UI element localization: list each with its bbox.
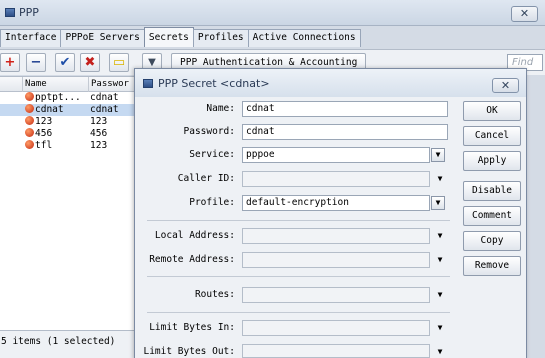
separator — [147, 312, 450, 313]
local-address-label: Local Address: — [154, 230, 235, 241]
user-icon — [25, 116, 34, 125]
window-icon — [5, 8, 15, 17]
secrets-list: Name Passwor pptpt... cdnat cdnat cdnat … — [0, 76, 140, 330]
limit-bytes-out-field[interactable] — [242, 344, 430, 358]
limit-bytes-out-label: Limit Bytes Out: — [143, 346, 235, 357]
column-header-password[interactable]: Passwor — [89, 77, 140, 92]
limit-bytes-in-field[interactable] — [242, 320, 430, 336]
dialog-close-button[interactable]: ✕ — [492, 78, 519, 93]
list-item[interactable]: pptpt... cdnat — [0, 92, 140, 104]
tab-bar: Interface PPPoE Servers Secrets Profiles… — [0, 27, 361, 47]
row-password: 456 — [90, 128, 108, 139]
remote-address-label: Remote Address: — [149, 254, 235, 265]
comment-button[interactable]: Comment — [463, 206, 521, 226]
row-name: tfl — [35, 140, 53, 151]
row-password: cdnat — [90, 92, 119, 103]
user-icon — [25, 104, 34, 113]
status-bar: 5 items (1 selected) — [0, 330, 140, 358]
row-password: cdnat — [90, 104, 119, 115]
row-name: pptpt... — [35, 92, 81, 103]
dialog-title-text: PPP Secret <cdnat> — [158, 77, 270, 90]
routes-arrow-icon[interactable]: ▼ — [435, 287, 445, 303]
comment-icon[interactable]: ▭ — [109, 53, 129, 72]
routes-field[interactable] — [242, 287, 430, 303]
service-dropdown-toggle-icon[interactable]: ▼ — [431, 148, 445, 162]
tab-active-connections[interactable]: Active Connections — [247, 29, 361, 47]
ok-button[interactable]: OK — [463, 101, 521, 121]
main-close-button[interactable]: ✕ — [511, 6, 538, 22]
password-label: Password: — [183, 126, 235, 137]
user-icon — [25, 92, 34, 101]
list-item[interactable]: cdnat cdnat — [0, 104, 140, 116]
remove-button[interactable]: Remove — [463, 256, 521, 276]
limit-bytes-out-arrow-icon[interactable]: ▼ — [435, 344, 445, 358]
window-icon — [143, 79, 153, 88]
name-label: Name: — [206, 103, 235, 114]
cancel-button[interactable]: Cancel — [463, 126, 521, 146]
caller-id-field[interactable] — [242, 171, 430, 187]
main-window-titlebar: PPP ✕ — [0, 0, 545, 26]
main-window-title: PPP — [5, 6, 39, 19]
row-name: cdnat — [35, 104, 64, 115]
tab-secrets[interactable]: Secrets — [143, 27, 194, 47]
row-password: 123 — [90, 116, 108, 127]
dialog-titlebar[interactable]: PPP Secret <cdnat> ✕ — [135, 69, 526, 97]
profile-select[interactable]: default-encryption — [242, 195, 430, 211]
tab-pppoe-servers[interactable]: PPPoE Servers — [60, 29, 145, 47]
tab-interface[interactable]: Interface — [0, 29, 62, 47]
copy-button[interactable]: Copy — [463, 231, 521, 251]
main-window-title-text: PPP — [19, 6, 39, 19]
limit-bytes-in-label: Limit Bytes In: — [149, 322, 235, 333]
add-icon[interactable]: + — [0, 53, 20, 72]
local-address-arrow-icon[interactable]: ▼ — [435, 228, 445, 244]
password-field[interactable]: cdnat — [242, 124, 448, 140]
local-address-field[interactable] — [242, 228, 430, 244]
list-header: Name Passwor — [0, 77, 140, 92]
list-header-marker — [0, 77, 23, 92]
profile-dropdown-toggle-icon[interactable]: ▼ — [431, 196, 445, 210]
disable-x-icon[interactable]: ✖ — [80, 53, 100, 72]
tab-profiles[interactable]: Profiles — [192, 29, 249, 47]
separator — [147, 220, 450, 221]
dialog-title: PPP Secret <cdnat> — [143, 77, 270, 90]
service-label: Service: — [189, 149, 235, 160]
column-header-name[interactable]: Name — [23, 77, 89, 92]
routes-label: Routes: — [194, 289, 235, 300]
caller-id-arrow-icon[interactable]: ▼ — [435, 171, 445, 187]
list-item[interactable]: 123 123 — [0, 116, 140, 128]
remove-icon[interactable]: − — [26, 53, 46, 72]
separator — [147, 276, 450, 277]
list-item[interactable]: tfl 123 — [0, 140, 140, 152]
user-icon — [25, 140, 34, 149]
caller-id-label: Caller ID: — [177, 173, 235, 184]
remote-address-field[interactable] — [242, 252, 430, 268]
row-name: 123 — [35, 116, 53, 127]
disable-button[interactable]: Disable — [463, 181, 521, 201]
enable-check-icon[interactable]: ✔ — [55, 53, 75, 72]
limit-bytes-in-arrow-icon[interactable]: ▼ — [435, 320, 445, 336]
remote-address-arrow-icon[interactable]: ▼ — [435, 252, 445, 268]
user-icon — [25, 128, 34, 137]
name-field[interactable]: cdnat — [242, 101, 448, 117]
list-item[interactable]: 456 456 — [0, 128, 140, 140]
apply-button[interactable]: Apply — [463, 151, 521, 171]
profile-label: Profile: — [189, 197, 235, 208]
row-password: 123 — [90, 140, 108, 151]
service-select[interactable]: pppoe — [242, 147, 430, 163]
ppp-secret-dialog: PPP Secret <cdnat> ✕ Name: cdnat Passwor… — [134, 68, 527, 358]
row-name: 456 — [35, 128, 53, 139]
